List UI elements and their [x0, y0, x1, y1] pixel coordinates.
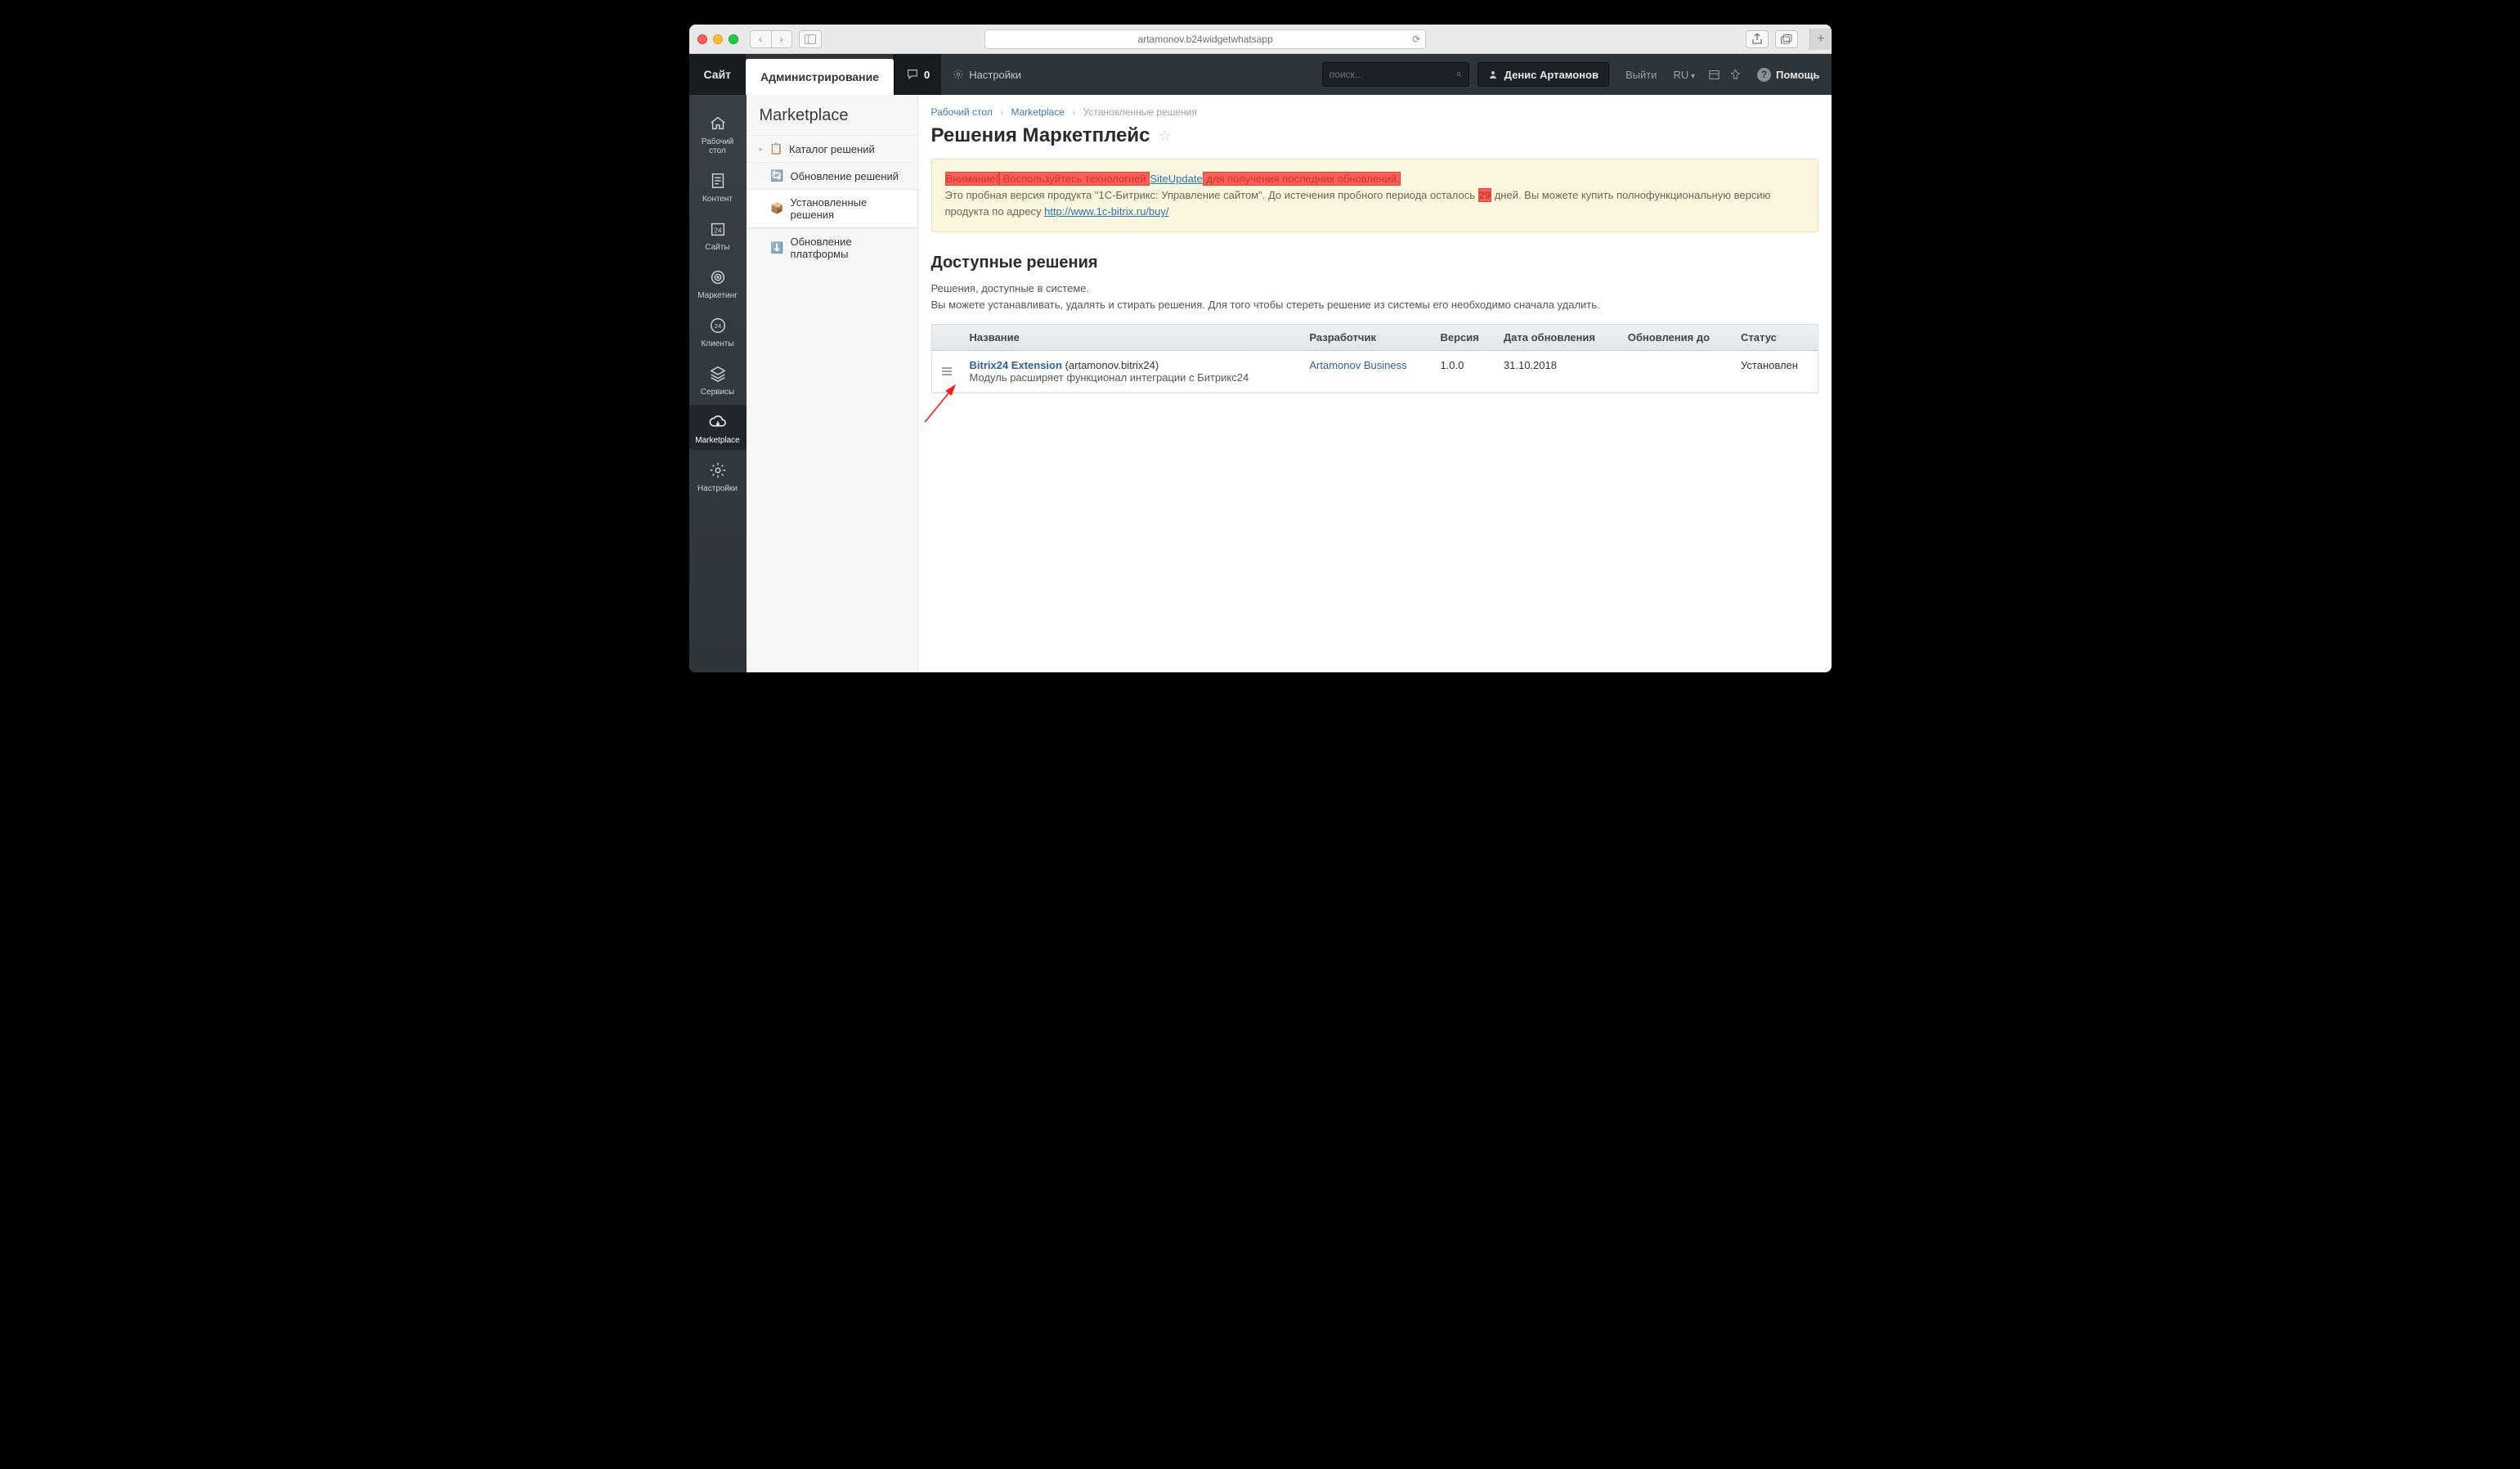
- lang-select[interactable]: RU: [1665, 69, 1703, 81]
- window-minimize-icon[interactable]: [713, 34, 723, 44]
- buy-link[interactable]: http://www.1c-bitrix.ru/buy/: [1044, 205, 1168, 218]
- cell-version: 1.0.0: [1432, 351, 1495, 393]
- th-until: Обновления до: [1620, 325, 1733, 351]
- rail-desktop[interactable]: Рабочий стол: [689, 106, 747, 160]
- window-close-icon[interactable]: [697, 34, 707, 44]
- sidebar-item-installed[interactable]: 📦 Установленные решения: [747, 189, 917, 228]
- row-menu-icon[interactable]: [942, 367, 952, 375]
- search-input[interactable]: [1330, 69, 1456, 80]
- th-name: Название: [962, 325, 1302, 351]
- section-description: Решения, доступные в системе. Вы можете …: [931, 281, 1818, 312]
- rail-services[interactable]: Сервисы: [689, 357, 747, 402]
- cell-until: [1620, 351, 1733, 393]
- module-name-link[interactable]: Bitrix24 Extension: [970, 359, 1062, 371]
- rail-sites[interactable]: 24 Сайты: [689, 212, 747, 257]
- th-version: Версия: [1432, 325, 1495, 351]
- table-row: Bitrix24 Extension (artamonov.bitrix24) …: [932, 351, 1818, 393]
- developer-link[interactable]: Artamonov Business: [1309, 359, 1406, 371]
- download-icon: ⬇️: [771, 241, 784, 254]
- reload-icon[interactable]: ⟳: [1412, 34, 1420, 45]
- crumb-desktop[interactable]: Рабочий стол: [931, 106, 993, 118]
- th-status: Статус: [1733, 325, 1817, 351]
- solutions-table: Название Разработчик Версия Дата обновле…: [931, 324, 1818, 393]
- tab-admin[interactable]: Администрирование: [746, 59, 894, 95]
- new-tab-button[interactable]: +: [1809, 29, 1831, 50]
- rail-marketplace[interactable]: Marketplace: [689, 405, 747, 450]
- sidebar-title: Marketplace: [747, 106, 917, 135]
- layers-icon: [709, 365, 727, 383]
- breadcrumb: Рабочий стол › Marketplace › Установленн…: [931, 106, 1818, 118]
- speech-icon: [906, 68, 919, 81]
- chevron-right-icon: ▸: [760, 145, 764, 154]
- url-field[interactable]: artamonov.b24widgetwhatsapp ⟳: [984, 29, 1426, 49]
- notifications[interactable]: 0: [894, 54, 941, 95]
- sidebar-item-platform[interactable]: ⬇️ Обновление платформы: [747, 228, 917, 267]
- rail-content[interactable]: Контент: [689, 164, 747, 209]
- svg-text:24: 24: [714, 322, 720, 330]
- refresh-icon: 🔄: [771, 169, 784, 182]
- circle24-icon: 24: [709, 317, 727, 335]
- window-zoom-icon[interactable]: [729, 34, 738, 44]
- home-icon: [709, 115, 727, 133]
- siteupdate-link[interactable]: SiteUpdate: [1150, 173, 1202, 185]
- calendar-icon: 24: [709, 220, 727, 238]
- user-icon: [1488, 69, 1498, 80]
- cell-updated: 31.10.2018: [1495, 351, 1620, 393]
- crumb-marketplace[interactable]: Marketplace: [1011, 106, 1065, 118]
- search-box[interactable]: [1322, 62, 1469, 87]
- document-icon: [709, 172, 727, 190]
- favorite-star-icon[interactable]: ☆: [1159, 128, 1172, 145]
- search-icon: [1456, 69, 1462, 80]
- pin-icon[interactable]: [1724, 69, 1746, 81]
- sidebar-item-catalog[interactable]: ▸ 📋 Каталог решений: [747, 135, 917, 162]
- notification-count: 0: [924, 69, 930, 81]
- back-button[interactable]: ‹: [750, 30, 771, 48]
- user-menu[interactable]: Денис Артамонов: [1477, 62, 1609, 87]
- url-text: artamonov.b24widgetwhatsapp: [1138, 34, 1273, 45]
- catalog-icon: 📋: [769, 142, 782, 155]
- rail-marketing[interactable]: Маркетинг: [689, 260, 747, 305]
- th-updated: Дата обновления: [1495, 325, 1620, 351]
- target-icon: [709, 268, 727, 286]
- settings-link[interactable]: Настройки: [941, 54, 1033, 95]
- share-button[interactable]: [1746, 30, 1769, 48]
- gear-icon: [709, 461, 727, 479]
- help-link[interactable]: ? Помощь: [1746, 68, 1831, 82]
- svg-text:24: 24: [714, 227, 722, 235]
- layout-icon[interactable]: [1703, 69, 1724, 81]
- forward-button[interactable]: ›: [771, 30, 792, 48]
- tabs-button[interactable]: [1775, 30, 1798, 48]
- box-icon: 📦: [771, 202, 784, 215]
- rail-clients[interactable]: 24 Клиенты: [689, 308, 747, 353]
- safari-sidebar-button[interactable]: [799, 30, 822, 48]
- logout-link[interactable]: Выйти: [1617, 69, 1666, 81]
- page-title: Решения Маркетплейс: [931, 124, 1150, 147]
- rail-settings[interactable]: Настройки: [689, 453, 747, 498]
- section-title: Доступные решения: [931, 254, 1818, 272]
- help-icon: ?: [1757, 68, 1771, 82]
- cloud-download-icon: [709, 413, 727, 431]
- crumb-current: Установленные решения: [1083, 106, 1197, 118]
- gear-icon: [953, 69, 964, 80]
- cell-status: Установлен: [1733, 351, 1817, 393]
- sidebar-item-updates[interactable]: 🔄 Обновление решений: [747, 162, 917, 189]
- th-dev: Разработчик: [1301, 325, 1432, 351]
- warning-box: Внимание! Воспользуйтесь технологией Sit…: [931, 159, 1818, 232]
- tab-site[interactable]: Сайт: [689, 54, 747, 95]
